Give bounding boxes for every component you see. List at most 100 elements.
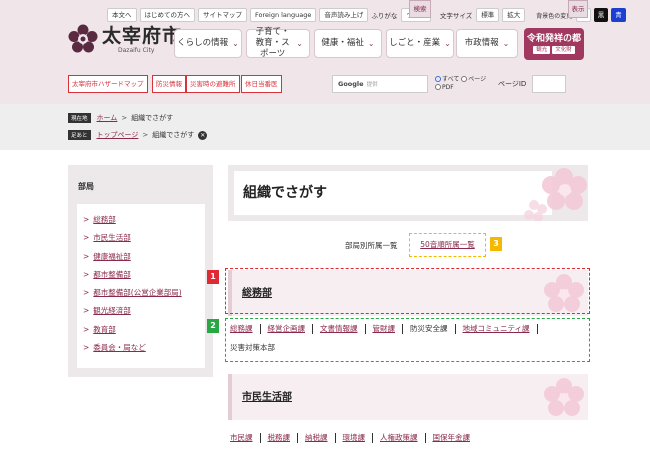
link-tax-division[interactable]: 税務課 <box>268 432 291 443</box>
bg-blue-button[interactable]: 青 <box>611 8 626 22</box>
page-title: 組織でさがす <box>234 171 552 215</box>
breadcrumb-home-link[interactable]: ホーム <box>97 113 118 123</box>
history-trail-tag: 足あと <box>68 130 91 140</box>
bg-color-label: 背景色の変更 <box>536 12 573 20</box>
nav-work-label: しごと・産業 <box>389 38 441 48</box>
page-id-label: ページID <box>498 80 527 88</box>
chevron-right-icon: > <box>83 306 90 316</box>
furigana-label: ふりがな <box>371 12 398 20</box>
utility-bar: 本文へ はじめての方へ サイトマップ Foreign language 音声読み… <box>107 8 629 22</box>
link-environment-division[interactable]: 環境課 <box>343 432 366 443</box>
section-title: 市民生活部 <box>242 388 292 403</box>
sidebar-item-urban-development: > 都市整備部 <box>83 266 205 284</box>
breadcrumb-separator-icon: > <box>142 131 149 139</box>
nav-living-label: くらしの情報 <box>177 38 229 48</box>
chevron-down-icon: ⌄ <box>444 39 451 48</box>
nav-work-industry[interactable]: しごと・産業 ⌄ <box>386 29 454 58</box>
sidebar-link[interactable]: 総務部 <box>93 215 116 224</box>
nav-living[interactable]: くらしの情報 ⌄ <box>174 29 242 58</box>
section-title-link[interactable]: 市民生活部 <box>242 392 292 403</box>
nav-health-welfare[interactable]: 健康・福祉 ⌄ <box>314 29 382 58</box>
sidebar-item-citizen-life: > 市民生活部 <box>83 229 205 247</box>
history-trail: 足あと トップページ > 組織でさがす ✕ <box>68 130 208 140</box>
page-id-show-button[interactable]: 表示 <box>568 0 588 18</box>
skip-to-content-button[interactable]: 本文へ <box>107 8 137 22</box>
sidebar-link[interactable]: 都市整備部(公営企業部局) <box>93 288 181 297</box>
font-size-large-button[interactable]: 拡大 <box>502 8 526 22</box>
trail-top-page-link[interactable]: トップページ <box>97 130 139 140</box>
divider <box>259 432 261 443</box>
section-citizen-life: 市民生活部 <box>228 374 588 420</box>
sidebar-item-health-welfare: > 健康福祉部 <box>83 248 205 266</box>
tab-alphabetical[interactable]: 50音順所属一覧 <box>420 240 475 249</box>
divider <box>372 432 373 443</box>
holiday-doctor-link[interactable]: 休日当番医 <box>241 75 282 93</box>
search-input[interactable]: Google 提供 <box>332 75 428 93</box>
tab-by-department: 部局別所属一覧 <box>345 241 398 250</box>
reiwa-title: 令和発祥の都 <box>526 34 581 44</box>
nav-city-label: 市政情報 <box>464 38 499 48</box>
sidebar-link[interactable]: 教育部 <box>93 325 116 334</box>
disaster-info-link[interactable]: 防災情報 <box>152 75 186 93</box>
chevron-down-icon: ⌄ <box>296 39 303 48</box>
link-human-rights-division[interactable]: 人権政策課 <box>380 432 418 443</box>
current-location-tag: 現在地 <box>68 113 91 123</box>
sidebar-title: 部局 <box>78 182 94 191</box>
sidebar-link[interactable]: 委員会・局など <box>93 343 146 352</box>
chevron-right-icon: > <box>83 233 90 243</box>
scope-all-radio[interactable] <box>435 76 441 82</box>
sidebar-link[interactable]: 都市整備部 <box>93 270 131 279</box>
sidebar-link[interactable]: 健康福祉部 <box>93 252 131 261</box>
sidebar-list: > 総務部 > 市民生活部 > 健康福祉部 > 都市整備部 > 都市整備部(公営企業部局)… <box>77 204 205 368</box>
divider <box>424 432 426 443</box>
search-placeholder: 提供 <box>366 82 378 88</box>
sidebar-link[interactable]: 市民生活部 <box>93 233 131 242</box>
foreign-language-button[interactable]: Foreign language <box>250 8 317 22</box>
sidebar-item-urban-development-public: > 都市整備部(公営企業部局) <box>83 284 205 302</box>
scope-pdf-label: PDF <box>442 84 454 91</box>
beginners-guide-button[interactable]: はじめての方へ <box>139 8 195 22</box>
divider <box>297 432 298 443</box>
highlight-box-red <box>225 268 590 314</box>
chevron-right-icon: > <box>83 288 90 298</box>
sidebar-link[interactable]: 観光経済部 <box>93 306 131 315</box>
bg-black-button[interactable]: 黒 <box>593 8 609 22</box>
evacuation-shelter-link[interactable]: 災害時の避難所 <box>186 75 240 93</box>
reiwa-banner[interactable]: 令和発祥の都 観光 文化財 <box>524 28 584 60</box>
trail-current: 組織でさがす <box>152 131 195 139</box>
font-size-standard-button[interactable]: 標準 <box>476 8 500 22</box>
breadcrumb-separator-icon: > <box>121 114 128 122</box>
close-icon[interactable]: ✕ <box>198 130 208 140</box>
search-scope: すべて ページ PDF <box>435 76 486 92</box>
scope-all-label: すべて <box>442 76 460 83</box>
plum-blossom-decoration-icon <box>544 378 584 416</box>
site-logo[interactable]: 太宰府市 Dazaifu City <box>68 24 182 54</box>
reiwa-tag-sightseeing: 観光 <box>533 46 551 54</box>
search-button[interactable]: 検索 <box>409 0 431 18</box>
breadcrumb: 現在地 ホーム > 組織でさがす 足あと トップページ > 組織でさがす ✕ <box>0 104 650 150</box>
chevron-down-icon: ⌄ <box>232 39 239 48</box>
nav-city-info[interactable]: 市政情報 ⌄ <box>456 29 518 58</box>
hazard-map-link[interactable]: 太宰府市ハザードマップ <box>68 75 148 93</box>
plum-blossom-decoration-icon <box>524 168 587 221</box>
link-citizen-division[interactable]: 市民課 <box>230 432 253 443</box>
current-location: 現在地 ホーム > 組織でさがす <box>68 113 173 123</box>
annotation-badge-3: 3 <box>490 237 502 251</box>
chevron-right-icon: > <box>83 269 90 279</box>
link-tax-payment-division[interactable]: 納税課 <box>305 432 328 443</box>
scope-pdf-radio[interactable] <box>435 84 441 90</box>
scope-page-label: ページ <box>468 76 487 83</box>
chevron-down-icon: ⌄ <box>367 39 375 48</box>
nav-childcare-education[interactable]: 子育て・教育・スポーツ ⌄ <box>246 27 310 59</box>
font-size-label: 文字サイズ <box>439 12 473 20</box>
sitemap-button[interactable]: サイトマップ <box>198 8 247 22</box>
scope-page-radio[interactable] <box>461 76 468 82</box>
read-aloud-button[interactable]: 音声読み上げ <box>319 8 369 22</box>
chevron-right-icon: > <box>83 251 90 261</box>
logo-subtext: Dazaifu City <box>118 46 155 54</box>
annotation-badge-2: 2 <box>207 319 219 333</box>
section-links-citizen-life: 市民課 税務課 納税課 環境課 人権政策課 国保年金課 <box>230 432 470 443</box>
link-health-insurance-pension[interactable]: 国保年金課 <box>433 432 471 443</box>
page-id-input[interactable] <box>532 75 566 93</box>
logo-text: 太宰府市 <box>102 24 183 47</box>
